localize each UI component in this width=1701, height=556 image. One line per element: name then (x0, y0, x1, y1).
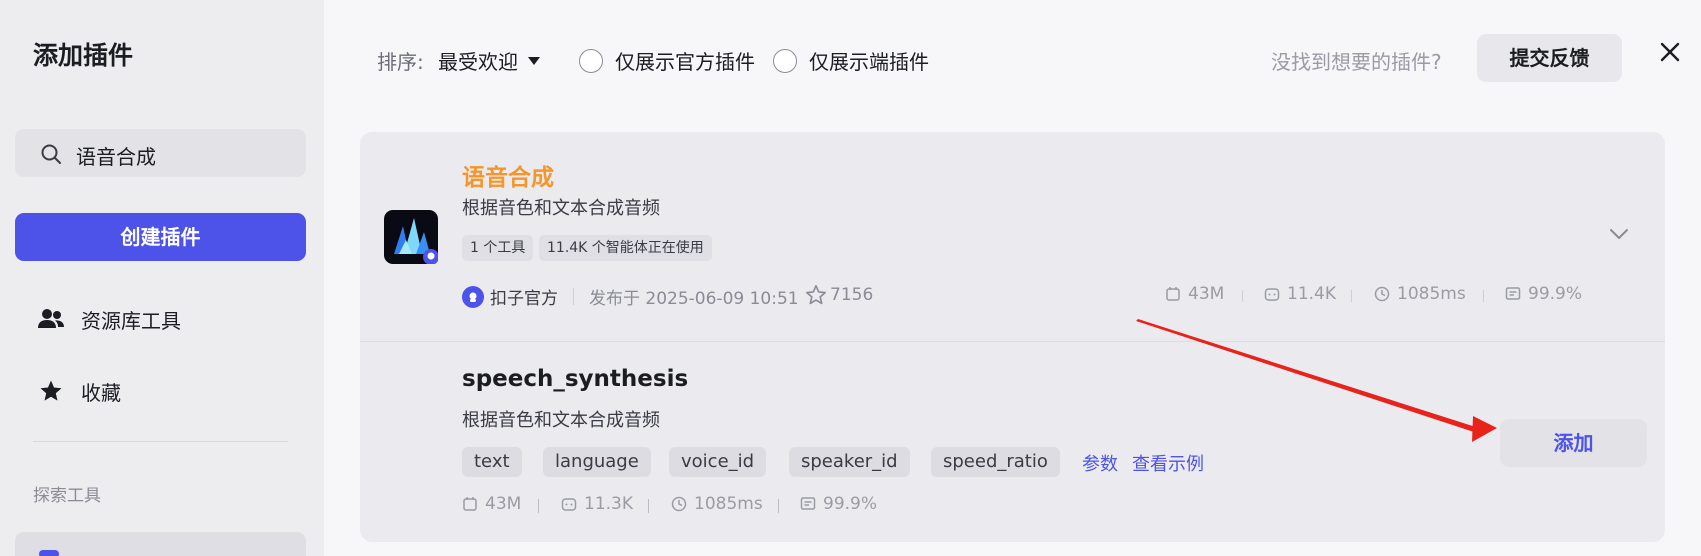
tool-count-tag: 1 个工具 (462, 235, 534, 261)
sidebar-item-favorites[interactable]: 收藏 (38, 373, 121, 409)
radio-circle[interactable] (579, 48, 603, 73)
meta-separator (1242, 290, 1243, 302)
stat-value: 43M (1188, 284, 1225, 304)
star-count: 7156 (830, 285, 874, 305)
stat-value: 11.4K (1287, 284, 1336, 304)
star-outline-icon (806, 285, 826, 305)
stat-value: 43M (485, 494, 522, 514)
official-only-radio[interactable]: 仅展示官方插件 (579, 46, 755, 75)
radio-label: 仅展示端插件 (809, 50, 929, 74)
success-rate-icon (800, 497, 816, 510)
feedback-hint: 没找到想要的插件? (1271, 50, 1442, 74)
view-example-link[interactable]: 查看示例 (1132, 450, 1204, 476)
plugin-name[interactable]: 语音合成 (462, 158, 554, 192)
close-icon[interactable] (1656, 38, 1684, 66)
users-icon (39, 550, 59, 556)
param-tag: language (543, 447, 651, 477)
chevron-down-icon[interactable] (1607, 226, 1631, 242)
sidebar-divider (33, 441, 288, 442)
storage-icon (463, 497, 477, 511)
plugin-author: 扣子官方 (462, 284, 558, 309)
usage-count-tag: 11.4K 个智能体正在使用 (539, 235, 712, 261)
meta-separator (573, 288, 574, 305)
sidebar-section-label: 探索工具 (33, 486, 101, 506)
device-only-radio[interactable]: 仅展示端插件 (773, 46, 929, 75)
create-plugin-button[interactable]: 创建插件 (15, 213, 306, 261)
tool-stat-bots: 11.3K (561, 494, 633, 514)
sidebar-title: 添加插件 (33, 41, 134, 70)
search-input[interactable]: 语音合成 (76, 141, 156, 170)
submit-feedback-button[interactable]: 提交反馈 (1477, 34, 1622, 82)
sort-value: 最受欢迎 (438, 50, 518, 74)
tool-name: speech_synthesis (462, 366, 689, 392)
star-icon (38, 378, 64, 404)
meta-separator (538, 499, 539, 513)
sidebar-item-label: 资源库工具 (81, 308, 181, 333)
param-tag: voice_id (669, 447, 767, 477)
bot-icon (1264, 288, 1280, 301)
search-box[interactable]: 语音合成 (15, 129, 306, 177)
plugin-stat-latency: 1085ms (1374, 284, 1466, 304)
radio-label: 仅展示官方插件 (615, 50, 755, 74)
plugin-description: 根据音色和文本合成音频 (462, 198, 660, 219)
meta-separator (1483, 290, 1484, 302)
tool-stat-latency: 1085ms (671, 494, 763, 514)
success-rate-icon (1505, 287, 1521, 300)
author-name: 扣子官方 (490, 289, 558, 309)
plugin-card: 语音合成 根据音色和文本合成音频 1 个工具 11.4K 个智能体正在使用 扣子… (360, 132, 1665, 542)
sidebar-item-partial[interactable] (15, 532, 306, 556)
sort-label: 排序: (377, 50, 424, 74)
stat-value: 1085ms (1397, 284, 1466, 304)
plugin-stat-bots: 11.4K (1264, 284, 1336, 304)
users-icon (38, 306, 64, 332)
tool-description: 根据音色和文本合成音频 (462, 410, 660, 431)
published-date: 发布于 2025-06-09 10:51 (589, 289, 799, 309)
stat-value: 99.9% (1528, 284, 1583, 304)
tool-stat-size: 43M (462, 494, 521, 514)
plugin-logo-icon (384, 210, 438, 264)
param-tag: speed_ratio (931, 447, 1060, 477)
sort-dropdown[interactable]: 最受欢迎 (438, 46, 540, 75)
sidebar: 添加插件 语音合成 创建插件 资源库工具 收藏 探索工具 (0, 0, 324, 556)
storage-icon (1166, 287, 1180, 301)
radio-circle[interactable] (773, 48, 797, 73)
plugin-stat-size: 43M (1165, 284, 1224, 304)
search-icon (41, 144, 61, 164)
plugin-stat-success-rate: 99.9% (1505, 284, 1582, 304)
clock-icon (1374, 286, 1390, 302)
caret-down-icon (528, 56, 540, 65)
tool-stat-success-rate: 99.9% (800, 494, 877, 514)
param-tag: speaker_id (789, 447, 910, 477)
add-tool-button[interactable]: 添加 (1500, 419, 1647, 467)
stat-value: 1085ms (694, 494, 763, 514)
sidebar-item-library-tools[interactable]: 资源库工具 (38, 301, 181, 337)
param-tag: text (462, 447, 522, 477)
favorite-count[interactable]: 7156 (805, 284, 873, 306)
stat-value: 11.3K (584, 494, 633, 514)
meta-separator (778, 499, 779, 513)
sidebar-item-label: 收藏 (81, 380, 121, 405)
meta-separator (1351, 290, 1352, 302)
params-link[interactable]: 参数 (1082, 450, 1118, 476)
stat-value: 99.9% (823, 494, 878, 514)
meta-separator (648, 499, 649, 513)
clock-icon (671, 496, 687, 512)
bot-icon (561, 498, 577, 511)
card-divider (360, 341, 1665, 342)
coze-official-icon (462, 285, 484, 308)
